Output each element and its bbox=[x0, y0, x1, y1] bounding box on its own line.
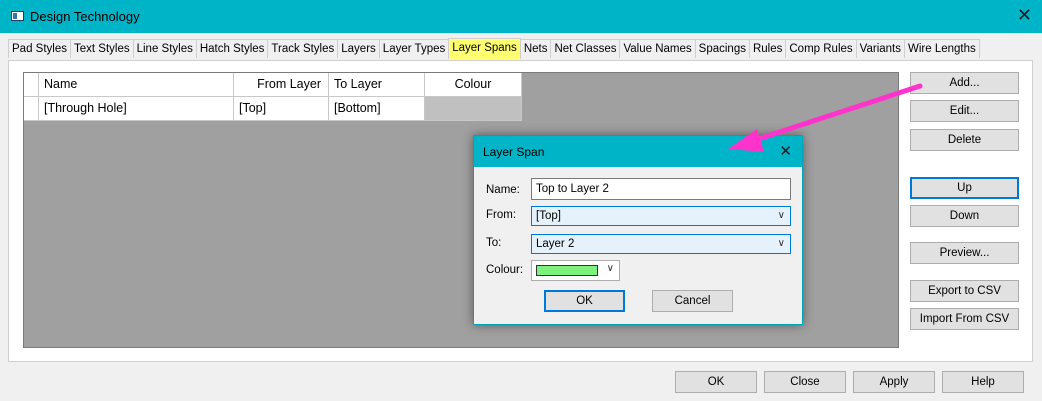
to-select-value: Layer 2 bbox=[536, 238, 575, 250]
import-csv-button[interactable]: Import From CSV bbox=[910, 308, 1019, 330]
tab-layers[interactable]: Layers bbox=[337, 39, 380, 58]
dialog-ok-button[interactable]: OK bbox=[544, 290, 625, 312]
from-select[interactable]: [Top] ∨ bbox=[531, 206, 791, 226]
tab-layer-types[interactable]: Layer Types bbox=[378, 39, 450, 58]
from-label: From: bbox=[486, 209, 517, 221]
chevron-down-icon: ∨ bbox=[777, 238, 785, 249]
dialog-cancel-button[interactable]: Cancel bbox=[652, 290, 733, 312]
cell-to-layer[interactable]: [Bottom] bbox=[329, 97, 425, 121]
tab-line-styles[interactable]: Line Styles bbox=[132, 39, 197, 58]
tab-comp-rules[interactable]: Comp Rules bbox=[785, 39, 857, 58]
tab-track-styles[interactable]: Track Styles bbox=[267, 39, 339, 58]
close-icon[interactable]: ✕ bbox=[1017, 6, 1032, 24]
cell-from-layer[interactable]: [Top] bbox=[234, 97, 329, 121]
help-button[interactable]: Help bbox=[942, 371, 1024, 393]
chevron-down-icon: ∨ bbox=[606, 263, 614, 274]
chevron-down-icon: ∨ bbox=[777, 210, 785, 221]
column-header-to-layer[interactable]: To Layer bbox=[329, 73, 425, 97]
tab-spacings[interactable]: Spacings bbox=[694, 39, 750, 58]
preview-button[interactable]: Preview... bbox=[910, 242, 1019, 264]
app-window-icon bbox=[11, 11, 24, 21]
tab-hatch-styles[interactable]: Hatch Styles bbox=[195, 39, 269, 58]
up-button[interactable]: Up bbox=[910, 177, 1019, 199]
colour-label: Colour: bbox=[486, 264, 524, 276]
table-row[interactable]: [Through Hole] [Top] [Bottom] bbox=[24, 97, 522, 121]
layer-span-dialog: Layer Span ✕ Name: Top to Layer 2 From: … bbox=[473, 135, 803, 325]
window-title: Design Technology bbox=[30, 9, 140, 24]
down-button[interactable]: Down bbox=[910, 205, 1019, 227]
title-bar: Design Technology ✕ bbox=[0, 0, 1042, 33]
grid-corner[interactable] bbox=[24, 73, 39, 97]
close-icon[interactable]: ✕ bbox=[779, 142, 792, 160]
grid-header: Name From Layer To Layer Colour bbox=[24, 73, 522, 97]
tab-rules[interactable]: Rules bbox=[748, 39, 787, 58]
from-select-value: [Top] bbox=[536, 210, 561, 222]
row-selector[interactable] bbox=[24, 97, 39, 121]
name-field[interactable]: Top to Layer 2 bbox=[531, 178, 791, 200]
tab-wire-lengths[interactable]: Wire Lengths bbox=[904, 39, 980, 58]
column-header-from-layer[interactable]: From Layer bbox=[234, 73, 329, 97]
to-select[interactable]: Layer 2 ∨ bbox=[531, 234, 791, 254]
delete-button[interactable]: Delete bbox=[910, 129, 1019, 151]
dialog-title: Layer Span bbox=[483, 145, 545, 159]
colour-picker[interactable]: ∨ bbox=[531, 260, 620, 281]
tab-pad-styles[interactable]: Pad Styles bbox=[8, 39, 71, 58]
add-button[interactable]: Add... bbox=[910, 72, 1019, 94]
tab-strip: Pad Styles Text Styles Line Styles Hatch… bbox=[8, 38, 980, 60]
ok-button[interactable]: OK bbox=[675, 371, 757, 393]
tab-text-styles[interactable]: Text Styles bbox=[69, 39, 134, 58]
tab-nets[interactable]: Nets bbox=[519, 39, 552, 58]
name-label: Name: bbox=[486, 184, 520, 196]
tab-layer-spans[interactable]: Layer Spans bbox=[448, 38, 521, 59]
tab-net-classes[interactable]: Net Classes bbox=[550, 39, 621, 58]
column-header-colour[interactable]: Colour bbox=[425, 73, 522, 97]
dialog-title-bar: Layer Span ✕ bbox=[474, 136, 802, 167]
close-button[interactable]: Close bbox=[764, 371, 846, 393]
cell-name[interactable]: [Through Hole] bbox=[39, 97, 234, 121]
column-header-name[interactable]: Name bbox=[39, 73, 234, 97]
tab-value-names[interactable]: Value Names bbox=[619, 39, 696, 58]
apply-button[interactable]: Apply bbox=[853, 371, 935, 393]
edit-button[interactable]: Edit... bbox=[910, 100, 1019, 122]
colour-swatch bbox=[536, 265, 598, 276]
export-csv-button[interactable]: Export to CSV bbox=[910, 280, 1019, 302]
cell-colour[interactable] bbox=[425, 97, 522, 121]
to-label: To: bbox=[486, 237, 502, 249]
tab-variants[interactable]: Variants bbox=[855, 39, 905, 58]
